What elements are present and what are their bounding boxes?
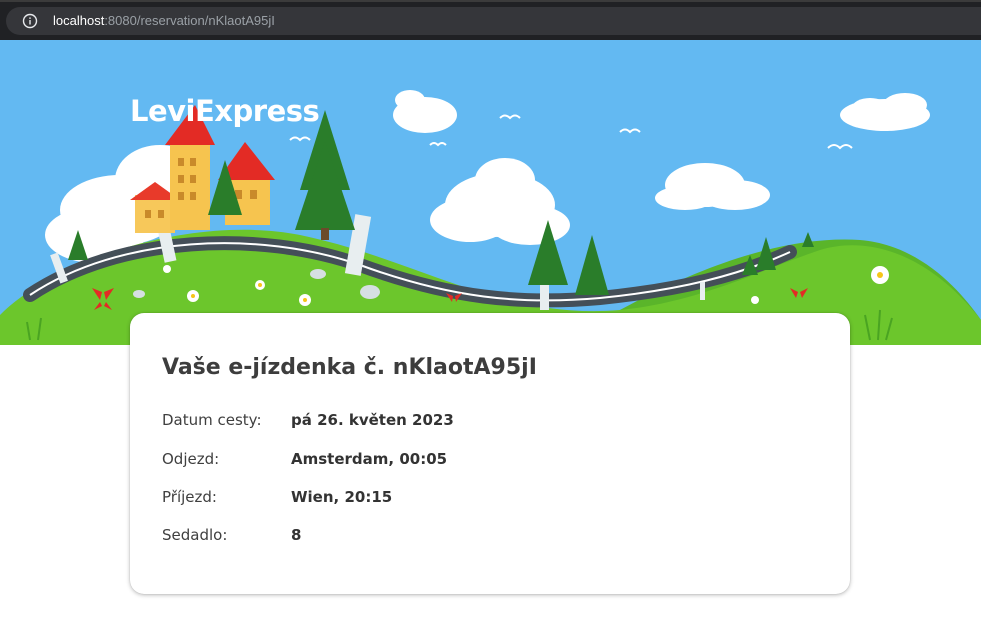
travel-date-label: Datum cesty: <box>162 411 262 429</box>
travel-date-value: pá 26. květen 2023 <box>291 411 454 429</box>
url-host: localhost <box>53 13 105 28</box>
info-icon[interactable] <box>22 13 38 29</box>
url-text[interactable]: localhost:8080/reservation/nKlaotA95jI <box>53 13 275 29</box>
departure-value: Amsterdam, 00:05 <box>291 450 448 468</box>
brand-logo[interactable]: LeviExpress <box>130 94 320 128</box>
arrival-value: Wien, 20:15 <box>291 488 393 506</box>
browser-toolbar: localhost:8080/reservation/nKlaotA95jI <box>0 0 981 40</box>
seat-value: 8 <box>291 526 302 544</box>
url-path: :8080/reservation/nKlaotA95jI <box>104 13 275 28</box>
ticket-card: Vaše e-jízdenka č. nKlaotA95jI Datum ces… <box>130 313 850 594</box>
hero-banner: LeviExpress <box>0 40 981 345</box>
departure-label: Odjezd: <box>162 450 220 468</box>
ticket-title: Vaše e-jízdenka č. nKlaotA95jI <box>162 355 537 380</box>
seat-label: Sedadlo: <box>162 526 228 544</box>
hero-illustration <box>0 40 981 345</box>
arrival-label: Příjezd: <box>162 488 217 506</box>
address-bar[interactable]: localhost:8080/reservation/nKlaotA95jI <box>6 7 981 35</box>
